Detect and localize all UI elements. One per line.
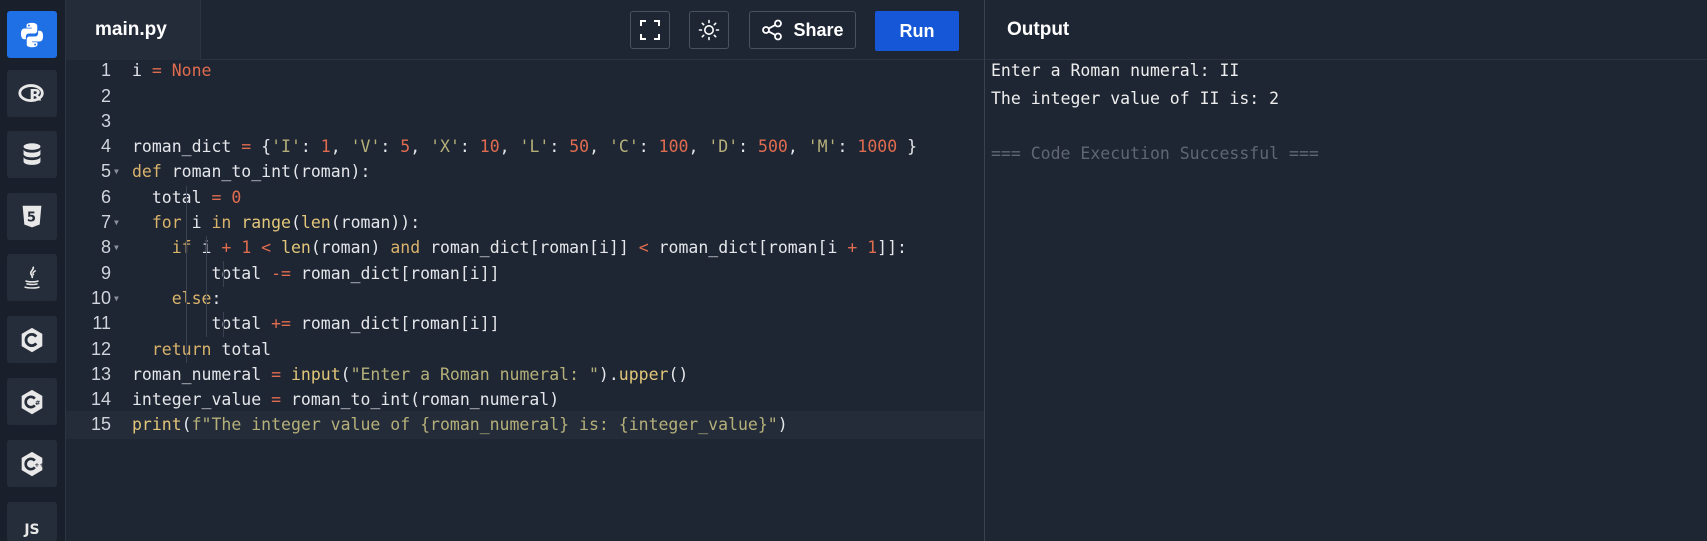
indent-guide: [206, 236, 207, 338]
output-line: Enter a Roman numeral: II: [991, 61, 1240, 80]
code-text: def roman_to_int(roman):: [132, 162, 371, 182]
line-number: 14: [90, 389, 111, 410]
code-line[interactable]: 5 ▼ def roman_to_int(roman):: [66, 158, 984, 186]
sidebar-item-cpp[interactable]: ++: [7, 440, 57, 487]
svg-text:#: #: [35, 398, 41, 406]
code-line[interactable]: 14 integer_value = roman_to_int(roman_num…: [66, 386, 984, 414]
code-line[interactable]: 9 total -= roman_dict[roman[i]]: [66, 259, 984, 287]
sun-icon: [698, 19, 720, 41]
code-line[interactable]: 4 roman_dict = {'I': 1, 'V': 5, 'X': 10, …: [66, 133, 984, 161]
svg-text:R: R: [29, 85, 41, 104]
share-icon: [762, 19, 783, 41]
code-text: total -= roman_dict[roman[i]]: [132, 263, 500, 283]
theme-toggle-button[interactable]: [689, 11, 729, 49]
code-text: for i in range(len(roman)):: [151, 213, 421, 233]
line-number: 3: [100, 110, 111, 131]
fold-chevron-icon[interactable]: ▼: [114, 167, 119, 176]
code-line[interactable]: 2: [66, 82, 984, 110]
output-panel: Enter a Roman numeral: II The integer val…: [985, 60, 1707, 541]
code-text: else:: [171, 288, 222, 308]
code-line[interactable]: 13 roman_numeral = input("Enter a Roman n…: [66, 361, 984, 389]
code-line[interactable]: 11 total += roman_dict[roman[i]]: [66, 310, 984, 338]
sidebar-item-javascript[interactable]: JS: [7, 502, 57, 541]
svg-text:++: ++: [34, 461, 44, 468]
database-icon: [23, 142, 41, 165]
fullscreen-button[interactable]: [630, 11, 670, 49]
indent-guide: [223, 312, 224, 338]
code-text: i = None: [132, 61, 212, 81]
fullscreen-icon: [640, 20, 660, 40]
code-line[interactable]: 15 print(f"The integer value of {roman_nu…: [66, 411, 984, 439]
svg-text:5: 5: [27, 210, 36, 225]
csharp-icon: #: [21, 389, 43, 414]
r-icon: R: [18, 83, 44, 104]
line-number: 9: [100, 262, 111, 283]
sidebar-item-sql[interactable]: [7, 131, 57, 178]
sidebar-item-html[interactable]: 5: [7, 193, 57, 240]
java-icon: [24, 265, 40, 289]
code-text: roman_dict = {'I': 1, 'V': 5, 'X': 10, '…: [132, 137, 918, 157]
line-number: 11: [92, 313, 111, 334]
share-button[interactable]: Share: [749, 11, 856, 49]
sidebar-item-java[interactable]: [7, 254, 57, 301]
line-number: 6: [100, 186, 111, 207]
sidebar-item-csharp[interactable]: #: [7, 378, 57, 425]
code-text: print(f"The integer value of {roman_nume…: [132, 415, 788, 435]
fold-chevron-icon[interactable]: ▼: [114, 218, 119, 227]
code-text: return total: [151, 339, 272, 359]
line-number: 12: [90, 338, 111, 359]
output-title: Output: [1007, 19, 1070, 40]
sidebar-item-c[interactable]: [7, 316, 57, 363]
execution-status: === Code Execution Successful ===: [991, 143, 1319, 163]
code-line[interactable]: 10 ▼ else:: [66, 285, 984, 313]
line-number: 15: [90, 414, 111, 435]
line-number: 7: [100, 212, 111, 233]
line-number: 1: [100, 60, 111, 81]
fold-chevron-icon[interactable]: ▼: [114, 294, 119, 303]
fold-chevron-icon[interactable]: ▼: [114, 243, 119, 252]
line-number: 13: [90, 363, 111, 384]
sidebar-item-r[interactable]: R: [7, 70, 57, 117]
editor-toolbar: main.py Share Run: [66, 0, 1707, 60]
line-number: 4: [100, 136, 111, 157]
js-icon: JS: [24, 522, 40, 538]
run-button[interactable]: Run: [875, 11, 959, 51]
code-line[interactable]: 1 i = None: [66, 57, 984, 85]
line-number: 10: [90, 287, 111, 308]
code-line[interactable]: 3: [66, 108, 984, 136]
tab-main-py[interactable]: main.py: [66, 0, 201, 60]
python-icon: [20, 22, 44, 47]
indent-guide: [223, 261, 224, 287]
line-number: 2: [100, 85, 111, 106]
code-text: if i + 1 < len(roman) and roman_dict[rom…: [171, 238, 907, 258]
code-text: integer_value = roman_to_int(roman_numer…: [132, 390, 560, 410]
code-line[interactable]: 6 total = 0: [66, 184, 984, 212]
code-text: roman_numeral = input("Enter a Roman num…: [132, 364, 689, 384]
c-icon: [21, 327, 43, 352]
output-line: The integer value of II is: 2: [991, 88, 1280, 108]
cpp-icon: ++: [21, 451, 45, 476]
indent-guide: [186, 185, 187, 363]
line-number: 8: [100, 237, 111, 258]
share-label: Share: [793, 19, 844, 40]
line-number: 5: [100, 161, 111, 182]
html5-icon: 5: [22, 205, 42, 227]
sidebar-item-python[interactable]: [7, 11, 57, 58]
language-sidebar: R 5 # ++ JS: [0, 0, 66, 541]
code-line[interactable]: 12 return total: [66, 335, 984, 363]
code-line[interactable]: 8 ▼ if i + 1 < len(roman) and roman_dict[…: [66, 234, 984, 262]
code-line[interactable]: 7 ▼ for i in range(len(roman)):: [66, 209, 984, 237]
code-text: total += roman_dict[roman[i]]: [132, 314, 500, 334]
code-editor[interactable]: 1 i = None 2 3 4 roman_dict = {'I': 1, 'V': 5…: [66, 60, 984, 541]
